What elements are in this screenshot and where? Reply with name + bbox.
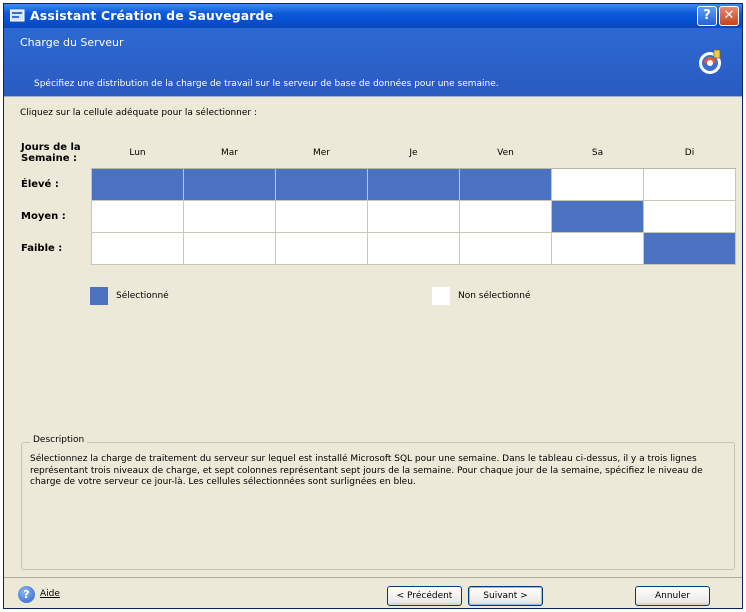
load-cell[interactable]	[183, 168, 276, 201]
load-cell[interactable]	[275, 232, 368, 265]
day-header: Je	[367, 137, 460, 169]
day-header: Lun	[91, 137, 184, 169]
load-cell[interactable]	[91, 200, 184, 233]
server-load-grid: Jours de la Semaine : Lun Mar Mer Je Ven…	[21, 137, 736, 265]
window-title: Assistant Création de Sauvegarde	[30, 8, 274, 23]
grid-instruction: Cliquez sur la cellule adéquate pour la …	[20, 108, 258, 118]
load-cell[interactable]	[459, 232, 552, 265]
app-icon	[10, 9, 25, 22]
load-cell[interactable]	[367, 232, 460, 265]
help-link[interactable]: Aide	[40, 589, 60, 599]
day-header: Di	[643, 137, 736, 169]
load-cell[interactable]	[643, 232, 736, 265]
wizard-window: Assistant Création de Sauvegarde ? ✕ Cha…	[3, 3, 743, 609]
description-legend: Description	[30, 435, 88, 445]
load-cell[interactable]	[459, 200, 552, 233]
day-header: Sa	[551, 137, 644, 169]
title-bar[interactable]: Assistant Création de Sauvegarde ? ✕	[4, 4, 742, 28]
load-cell[interactable]	[275, 168, 368, 201]
legend-unselected-label: Non sélectionné	[458, 291, 531, 301]
load-row-label-medium: Moyen :	[21, 211, 66, 222]
legend-selected-swatch	[90, 287, 108, 305]
load-cell[interactable]	[91, 168, 184, 201]
backup-wizard-icon	[699, 49, 721, 74]
legend-selected-label: Sélectionné	[116, 291, 169, 301]
load-cell[interactable]	[551, 232, 644, 265]
cancel-button[interactable]: Annuler	[635, 586, 710, 606]
load-cell[interactable]	[275, 200, 368, 233]
wizard-footer: ? Aide < Précédent Suivant > Annuler	[4, 578, 742, 608]
legend-unselected-swatch	[432, 287, 450, 305]
help-icon[interactable]: ?	[18, 586, 35, 603]
day-header: Mar	[183, 137, 276, 169]
page-title: Charge du Serveur	[20, 36, 124, 49]
load-row-label-low: Faible :	[21, 243, 63, 254]
next-button[interactable]: Suivant >	[468, 586, 543, 606]
content-area: Cliquez sur la cellule adéquate pour la …	[4, 97, 742, 577]
load-row-label-high: Élevé :	[21, 179, 59, 190]
load-cell[interactable]	[459, 168, 552, 201]
load-cell[interactable]	[643, 200, 736, 233]
page-description: Spécifiez une distribution de la charge …	[34, 79, 499, 89]
load-cell[interactable]	[91, 232, 184, 265]
load-cell[interactable]	[551, 168, 644, 201]
load-cell[interactable]	[183, 232, 276, 265]
load-cell[interactable]	[183, 200, 276, 233]
description-text: Sélectionnez la charge de traitement du …	[30, 454, 703, 488]
title-help-button[interactable]: ?	[697, 6, 717, 26]
wizard-header: Charge du Serveur Spécifiez une distribu…	[4, 28, 742, 97]
days-corner-label: Jours de la Semaine :	[21, 141, 81, 164]
load-cell[interactable]	[643, 168, 736, 201]
load-cell[interactable]	[551, 200, 644, 233]
load-cell[interactable]	[367, 200, 460, 233]
close-button[interactable]: ✕	[719, 6, 739, 26]
day-header: Mer	[275, 137, 368, 169]
load-cell[interactable]	[367, 168, 460, 201]
previous-button[interactable]: < Précédent	[387, 586, 462, 606]
day-header: Ven	[459, 137, 552, 169]
